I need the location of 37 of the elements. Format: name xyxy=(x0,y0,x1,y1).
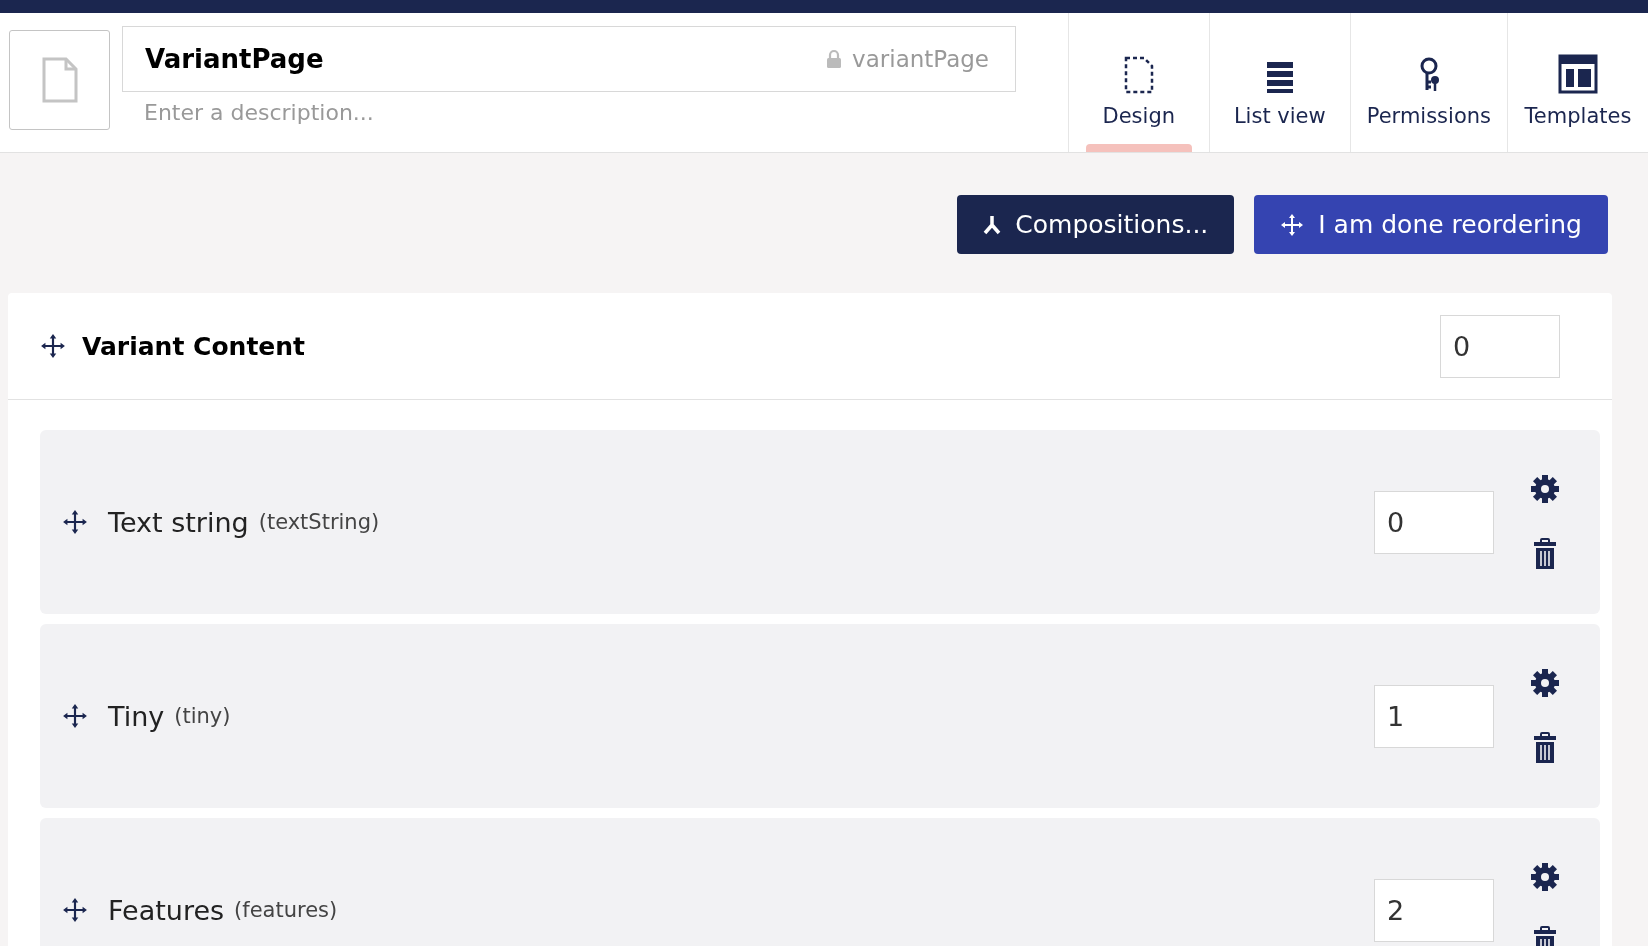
move-icon[interactable] xyxy=(62,703,88,729)
layout-icon xyxy=(1558,54,1598,94)
sort-order-field[interactable]: 0 xyxy=(1440,314,1560,378)
trash-icon[interactable] xyxy=(1533,538,1557,570)
trash-icon[interactable] xyxy=(1533,732,1557,764)
property-alias: (tiny) xyxy=(174,704,231,728)
alias-value: variantPage xyxy=(852,46,989,72)
move-icon xyxy=(1280,212,1305,237)
tab[interactable]: Permissions xyxy=(1349,13,1507,152)
sort-order-field[interactable]: 1 xyxy=(1374,684,1494,748)
name-value: VariantPage xyxy=(145,44,324,74)
settings-icon[interactable] xyxy=(1530,474,1560,504)
settings-icon[interactable] xyxy=(1530,862,1560,892)
move-icon[interactable] xyxy=(62,509,88,535)
move-icon[interactable] xyxy=(62,897,88,923)
group-name: Variant Content xyxy=(82,331,306,361)
tab[interactable]: List view xyxy=(1208,13,1350,152)
property-name: Text string xyxy=(108,506,249,538)
move-icon[interactable] xyxy=(40,333,66,359)
sort-order-field[interactable]: 0 xyxy=(1374,490,1494,554)
property-alias: (features) xyxy=(234,898,338,922)
dashed-document-icon xyxy=(1123,56,1154,94)
settings-icon[interactable] xyxy=(1530,668,1560,698)
compositions-button[interactable]: Compositions... xyxy=(957,195,1235,254)
merge-icon xyxy=(983,214,1002,235)
document-icon xyxy=(41,57,78,103)
list-icon xyxy=(1265,60,1294,94)
tab[interactable]: Templates xyxy=(1507,13,1648,152)
property-name: Features xyxy=(108,894,225,926)
property-name: Tiny xyxy=(108,700,165,732)
sort-order-field[interactable]: 2 xyxy=(1374,878,1494,942)
tab[interactable]: Design xyxy=(1067,13,1209,152)
property-alias: (textString) xyxy=(258,510,380,534)
name-field[interactable]: VariantPage variantPage xyxy=(122,26,1016,92)
lock-icon xyxy=(826,49,843,69)
description-field[interactable]: Enter a description... xyxy=(122,92,1016,133)
done-reordering-button[interactable]: I am done reordering xyxy=(1254,195,1608,254)
